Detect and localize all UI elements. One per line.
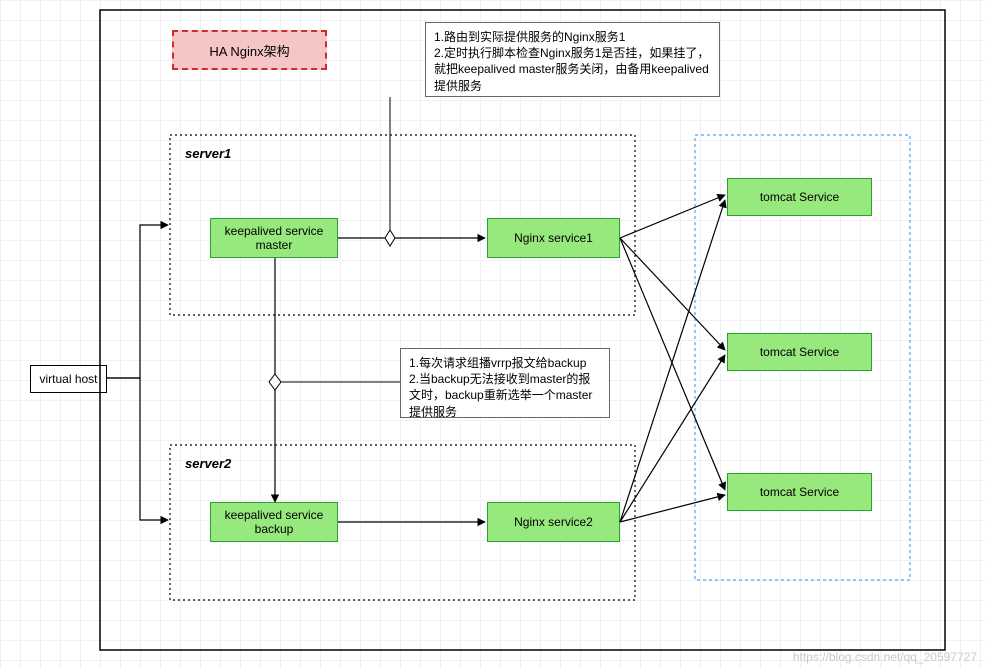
diagram-title-box: HA Nginx架构: [172, 30, 327, 70]
server2-label: server2: [185, 456, 231, 471]
note-top: 1.路由到实际提供服务的Nginx服务1 2.定时执行脚本检查Nginx服务1是…: [425, 22, 720, 97]
nginx2-box: Nginx service2: [487, 502, 620, 542]
tomcat1-box: tomcat Service: [727, 178, 872, 216]
tomcat2-box: tomcat Service: [727, 333, 872, 371]
note-mid: 1.每次请求组播vrrp报文给backup 2.当backup无法接收到mast…: [400, 348, 610, 418]
virtual-host-box: virtual host: [30, 365, 107, 393]
keepalived-master-box: keepalived service master: [210, 218, 338, 258]
keepalived-backup-box: keepalived service backup: [210, 502, 338, 542]
server1-label: server1: [185, 146, 231, 161]
diagram-stage: HA Nginx架构 1.路由到实际提供服务的Nginx服务1 2.定时执行脚本…: [0, 0, 985, 668]
tomcat3-box: tomcat Service: [727, 473, 872, 511]
nginx1-box: Nginx service1: [487, 218, 620, 258]
watermark-text: https://blog.csdn.net/qq_20597727: [793, 650, 977, 664]
